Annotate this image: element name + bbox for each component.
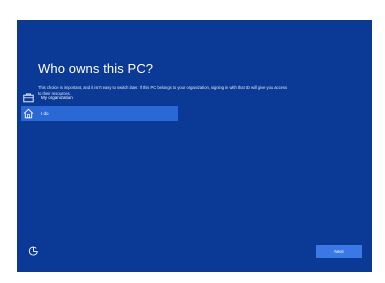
- home-icon: [23, 108, 34, 119]
- option-label: My organization: [41, 95, 73, 100]
- next-button[interactable]: Next: [316, 245, 362, 258]
- ease-of-access-icon[interactable]: [28, 244, 39, 256]
- option-my-organization[interactable]: My organization: [21, 90, 178, 105]
- page-title: Who owns this PC?: [38, 61, 154, 76]
- oobe-screen: Who owns this PC? This choice is importa…: [17, 20, 372, 272]
- briefcase-icon: [23, 92, 34, 103]
- option-label: I do: [41, 111, 49, 116]
- option-i-do[interactable]: I do: [21, 106, 178, 121]
